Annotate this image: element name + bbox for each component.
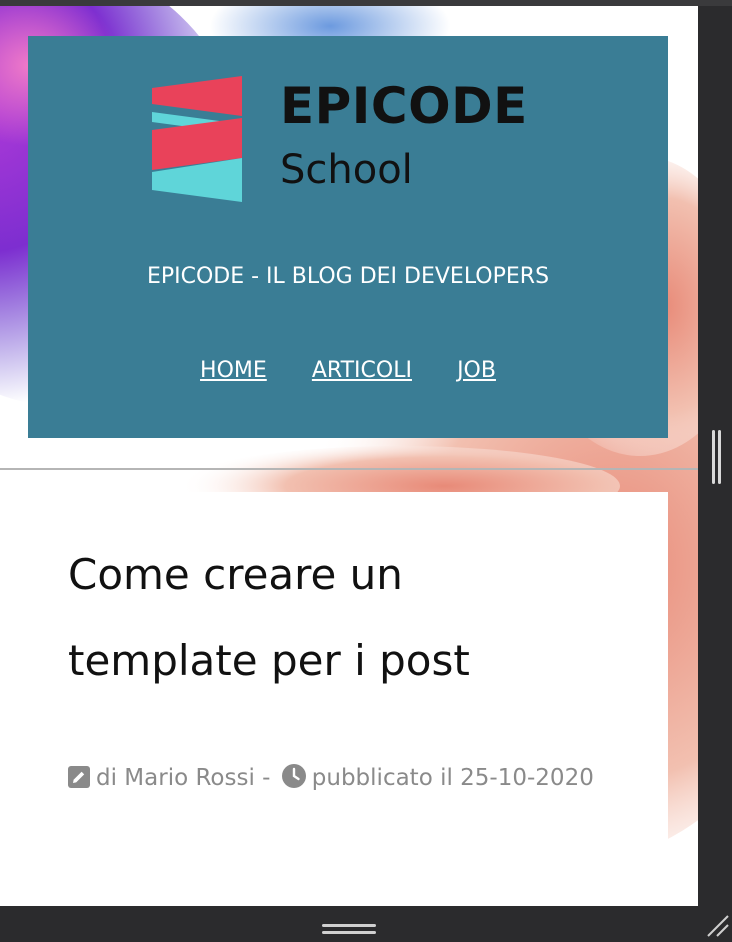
horizontal-resize-handle[interactable] bbox=[322, 924, 376, 934]
post-published-date: pubblicato il 25-10-2020 bbox=[311, 765, 594, 791]
main-nav: HOME ARTICOLI JOB bbox=[28, 358, 668, 383]
site-header: EPICODE School EPICODE - IL BLOG DEI DEV… bbox=[28, 36, 668, 438]
logo-wordmark: EPICODE bbox=[280, 77, 528, 135]
nav-link-home[interactable]: HOME bbox=[200, 358, 267, 383]
clock-icon bbox=[281, 764, 306, 788]
post-title-line2: template per i post bbox=[68, 636, 470, 685]
post-author: di Mario Rossi - bbox=[96, 765, 271, 791]
post-title-line1: Come creare un bbox=[68, 550, 403, 599]
window-bottom-bar bbox=[0, 906, 732, 942]
pencil-square-icon bbox=[68, 766, 90, 788]
nav-link-articoli[interactable]: ARTICOLI bbox=[312, 358, 412, 383]
post-meta: di Mario Rossi - pubblicato il 25-10-202… bbox=[68, 754, 608, 802]
epicode-logo-icon bbox=[152, 76, 242, 202]
corner-resize-icon[interactable] bbox=[704, 912, 730, 938]
post-card: Come creare un template per i post di Ma… bbox=[0, 492, 668, 906]
vertical-resize-handle[interactable] bbox=[710, 430, 722, 486]
logo-subtitle: School bbox=[280, 147, 413, 193]
blog-tagline: EPICODE - IL BLOG DEI DEVELOPERS bbox=[146, 264, 550, 289]
nav-link-job[interactable]: JOB bbox=[457, 358, 496, 383]
page-viewport[interactable]: EPICODE School EPICODE - IL BLOG DEI DEV… bbox=[0, 6, 698, 906]
post-title: Come creare un template per i post bbox=[68, 532, 628, 704]
section-divider bbox=[0, 468, 698, 470]
